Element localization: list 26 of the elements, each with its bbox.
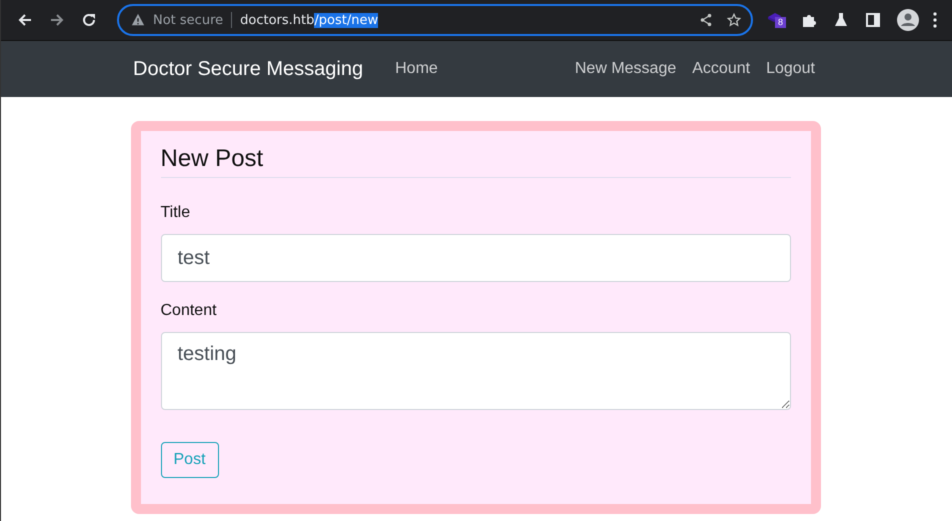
field-label: Title — [160, 204, 190, 222]
content-field[interactable]: testing — [160, 332, 790, 410]
security-label: Not secure — [153, 12, 224, 28]
flask-icon[interactable] — [833, 12, 849, 28]
address-bar[interactable]: Not secure doctors.htb/post/new — [117, 4, 753, 36]
forward-icon[interactable] — [49, 12, 65, 28]
share-icon[interactable] — [699, 13, 713, 27]
nav-link[interactable]: Home — [395, 60, 438, 78]
profile-icon[interactable] — [897, 9, 919, 31]
url-path: /post/new — [314, 12, 378, 28]
title-field[interactable]: test — [160, 234, 790, 282]
nav-link[interactable]: Logout — [766, 60, 815, 78]
nav-link[interactable]: New Message — [574, 60, 676, 78]
side-panel-icon[interactable] — [865, 12, 881, 28]
extension-badge: 8 — [775, 16, 786, 28]
menu-icon[interactable] — [933, 12, 937, 28]
brand-link[interactable]: Doctor Secure Messaging — [133, 58, 364, 80]
puzzle-icon[interactable] — [801, 12, 817, 28]
form-legend: New Post — [160, 145, 790, 178]
nav-link[interactable]: Account — [692, 60, 750, 78]
url-host: doctors.htb — [240, 12, 314, 28]
reload-icon[interactable] — [81, 12, 97, 28]
star-icon[interactable] — [727, 13, 741, 27]
field-label: Content — [160, 302, 217, 320]
back-icon[interactable] — [17, 12, 33, 28]
warning-icon — [131, 13, 145, 27]
